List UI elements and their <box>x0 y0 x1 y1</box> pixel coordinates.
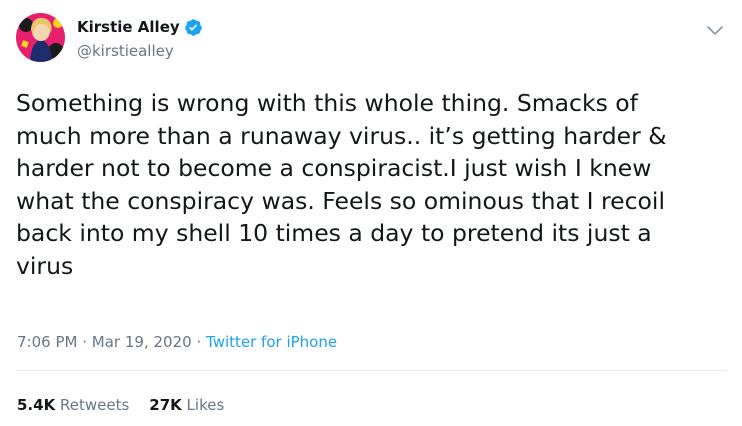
author-handle[interactable]: @kirstiealley <box>77 41 174 61</box>
tweet-source-link[interactable]: Twitter for iPhone <box>206 333 337 351</box>
retweets-stat[interactable]: 5.4K Retweets <box>17 396 129 414</box>
likes-label: Likes <box>186 396 225 414</box>
meta-separator: · <box>196 333 202 351</box>
meta-separator: · <box>82 333 88 351</box>
tweet-time[interactable]: 7:06 PM <box>17 333 77 351</box>
tweet-meta: 7:06 PM · Mar 19, 2020 · Twitter for iPh… <box>17 331 337 353</box>
avatar[interactable] <box>16 13 65 62</box>
tweet-stats: 5.4K Retweets 27K Likes <box>17 394 224 416</box>
author-name-row[interactable]: Kirstie Alley <box>77 17 203 37</box>
likes-stat[interactable]: 27K Likes <box>149 396 224 414</box>
likes-count: 27K <box>149 396 182 414</box>
tweet-text: Something is wrong with this whole thing… <box>16 89 667 280</box>
divider <box>16 370 726 371</box>
retweets-label: Retweets <box>59 396 130 414</box>
verified-badge-icon <box>184 18 203 37</box>
author-display-name[interactable]: Kirstie Alley <box>77 17 180 37</box>
chevron-down-icon[interactable] <box>706 22 724 35</box>
tweet-date[interactable]: Mar 19, 2020 <box>92 333 192 351</box>
retweets-count: 5.4K <box>17 396 56 414</box>
